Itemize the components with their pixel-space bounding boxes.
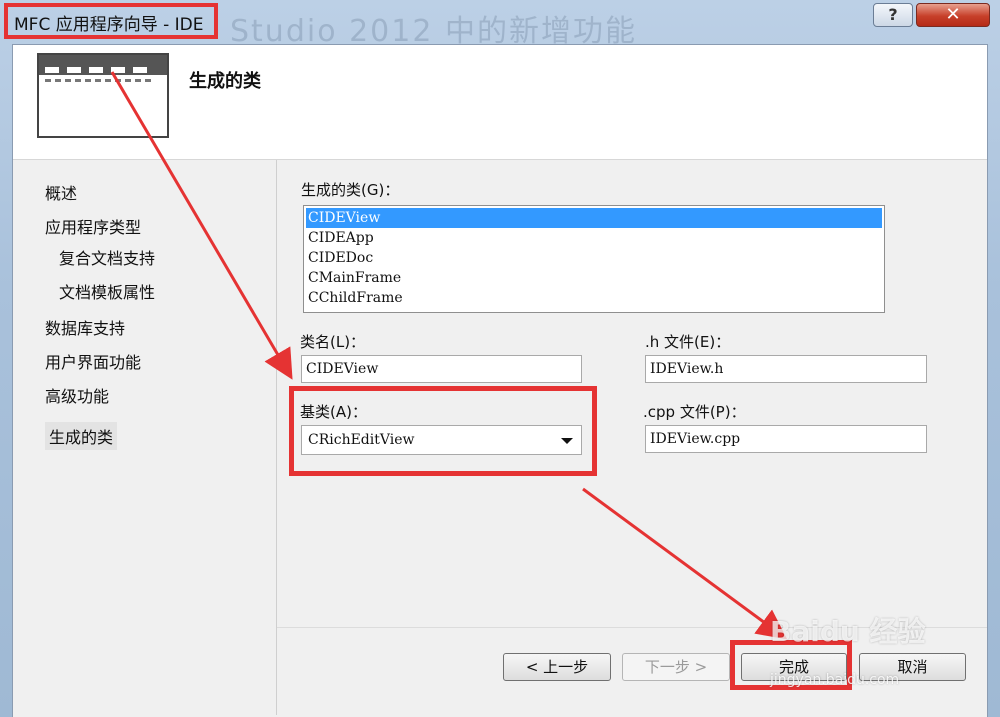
nav-item-doc-template[interactable]: 文档模板属性	[59, 279, 155, 303]
nav-item-generated-classes[interactable]: 生成的类	[45, 422, 118, 450]
close-button[interactable]: ✕	[916, 3, 990, 27]
header-banner: 生成的类	[13, 45, 987, 160]
back-button[interactable]: < 上一步	[503, 653, 611, 681]
class-name-input[interactable]: CIDEView	[301, 355, 582, 383]
generated-classes-list[interactable]: CIDEView CIDEApp CIDEDoc CMainFrame CChi…	[303, 205, 885, 313]
list-item[interactable]: CMainFrame	[306, 268, 882, 288]
list-item[interactable]: CIDEView	[306, 208, 882, 228]
h-file-input[interactable]: IDEView.h	[645, 355, 927, 383]
nav-item-app-type[interactable]: 应用程序类型	[45, 214, 141, 238]
h-file-label: .h 文件(E)：	[645, 333, 731, 351]
list-item[interactable]: CChildFrame	[306, 288, 882, 308]
cpp-file-label: .cpp 文件(P)：	[643, 403, 746, 421]
class-name-label: 类名(L)：	[300, 333, 366, 351]
page-title: 生成的类	[189, 71, 261, 92]
window-title: MFC 应用程序向导 - IDE	[4, 3, 218, 39]
watermark: Baidu 经验	[770, 615, 926, 648]
wizard-nav: 概述 应用程序类型 复合文档支持 文档模板属性 数据库支持 用户界面功能 高级功…	[13, 160, 275, 715]
nav-item-database[interactable]: 数据库支持	[45, 315, 125, 339]
nav-item-ui-features[interactable]: 用户界面功能	[45, 349, 141, 373]
generated-classes-label: 生成的类(G)：	[301, 181, 400, 199]
help-button[interactable]: ?	[873, 3, 913, 27]
nav-item-compound-doc[interactable]: 复合文档支持	[59, 245, 155, 269]
title-bar[interactable]: Studio 2012 中的新增功能 MFC 应用程序向导 - IDE ? ✕	[0, 0, 1000, 49]
nav-item-advanced[interactable]: 高级功能	[45, 383, 109, 407]
cpp-file-input[interactable]: IDEView.cpp	[645, 425, 927, 453]
next-button[interactable]: 下一步 >	[622, 653, 730, 681]
watermark-sub: jingyan.baidu.com	[770, 672, 900, 688]
base-class-highlight	[289, 386, 597, 476]
list-item[interactable]: CIDEApp	[306, 228, 882, 248]
wizard-window-icon	[37, 53, 169, 138]
wizard-window: Studio 2012 中的新增功能 MFC 应用程序向导 - IDE ? ✕ …	[0, 0, 1000, 717]
nav-item-overview[interactable]: 概述	[45, 180, 77, 204]
list-item[interactable]: CIDEDoc	[306, 248, 882, 268]
